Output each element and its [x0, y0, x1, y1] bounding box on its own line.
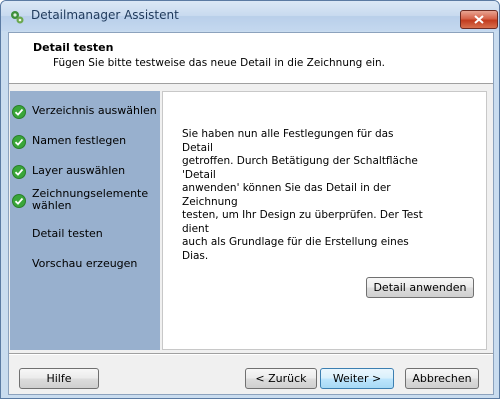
content-panel: Sie haben nun alle Festlegungen für das … [162, 91, 487, 350]
step-vorschau: Vorschau erzeugen [10, 255, 160, 273]
page-title: Detail testen [33, 41, 114, 54]
cancel-button[interactable]: Abbrechen [405, 368, 479, 389]
footer-divider [9, 353, 493, 355]
check-icon [12, 104, 26, 119]
close-button[interactable] [460, 10, 498, 29]
step-detail-testen: Detail testen [10, 225, 160, 243]
step-label: Detail testen [32, 227, 103, 240]
description-line: auch als Grundlage für die Erstellung ei… [182, 236, 409, 262]
wizard-window: Detailmanager Assistent Detail testen Fü… [0, 0, 500, 399]
check-icon [12, 164, 26, 179]
description-line: anwenden' können Sie das Detail in der Z… [182, 182, 391, 208]
step-verzeichnis: Verzeichnis auswählen [10, 102, 160, 120]
description-line: getroffen. Durch Betätigung der Schaltfl… [182, 155, 418, 181]
step-label: Vorschau erzeugen [32, 257, 138, 270]
step-label-line2: wählen [32, 199, 72, 212]
check-icon [12, 193, 26, 208]
step-label: Namen festlegen [32, 134, 127, 147]
close-icon [474, 15, 484, 24]
description-line: Sie haben nun alle Festlegungen für das … [182, 128, 394, 154]
steps-panel: Verzeichnis auswählen Namen festlegen La… [10, 91, 160, 350]
help-button[interactable]: Hilfe [19, 368, 99, 389]
app-gear-icon [9, 9, 25, 25]
step-label: Layer auswählen [32, 164, 126, 177]
wizard-body: Detail testen Fügen Sie bitte testweise … [8, 32, 494, 395]
page-subtitle: Fügen Sie bitte testweise das neue Detai… [53, 57, 385, 69]
next-button[interactable]: Weiter > [320, 368, 394, 389]
wizard-header: Detail testen Fügen Sie bitte testweise … [9, 33, 493, 84]
step-label: Verzeichnis auswählen [32, 104, 157, 117]
step-zeichnungselemente: Zeichnungselemente wählen [10, 185, 160, 215]
step-layer: Layer auswählen [10, 162, 160, 180]
window-title: Detailmanager Assistent [31, 8, 179, 22]
description-line: testen, um Ihr Design zu überprüfen. Der… [182, 209, 423, 235]
apply-detail-button[interactable]: Detail anwenden [366, 277, 474, 298]
back-button[interactable]: < Zurück [245, 368, 317, 389]
check-icon [12, 134, 26, 149]
description-text: Sie haben nun alle Festlegungen für das … [182, 128, 427, 263]
step-namen: Namen festlegen [10, 132, 160, 150]
title-bar[interactable]: Detailmanager Assistent [1, 1, 499, 31]
